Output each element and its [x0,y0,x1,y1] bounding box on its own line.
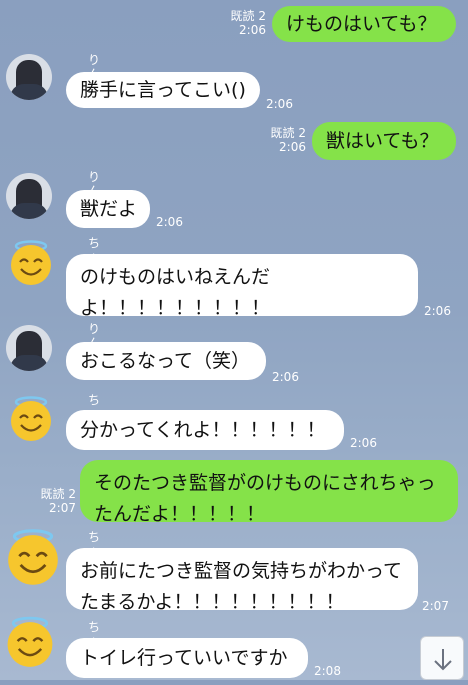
avatar[interactable] [6,54,52,100]
message-bubble[interactable]: 分かってくれよ！！！！！！ [66,410,344,450]
timestamp: 2:06 [266,97,293,111]
timestamp: 2:08 [314,664,341,678]
message-bubble[interactable]: 勝手に言ってこい() [66,72,260,108]
message-bubble[interactable]: けものはいても？ [272,6,456,42]
smile-avatar-icon[interactable] [2,612,58,668]
avatar[interactable] [6,325,52,371]
timestamp: 2:06 [350,436,377,450]
read-receipt: 既読 2 [230,9,266,23]
message-bubble[interactable]: おこるなって（笑） [66,342,266,380]
message-bubble[interactable]: のけものはいねえんだよ！！！！！！！！！ [66,254,418,319]
read-receipt: 既読 2 [270,126,306,140]
timestamp: 2:06 [279,140,306,154]
timestamp: 2:06 [424,304,451,318]
smile-avatar-icon[interactable] [6,236,56,286]
message-bubble[interactable]: そのたつき監督がのけものにされちゃったんだよ！！！！！ [80,460,458,525]
timestamp: 2:07 [49,501,76,515]
timestamp: 2:07 [422,599,449,613]
message-bubble[interactable]: トイレ行っていいですか [66,638,308,678]
timestamp: 2:06 [272,370,299,384]
timestamp: 2:06 [239,23,266,37]
avatar[interactable] [6,173,52,219]
arrow-down-icon [434,649,452,671]
timestamp: 2:06 [156,215,183,229]
smile-avatar-icon[interactable] [6,392,56,442]
read-receipt: 既読 2 [40,487,76,501]
message-bubble[interactable]: 獣はいても？ [312,122,456,160]
message-bubble[interactable]: お前にたつき監督の気持ちがわかってたまるかよ！！！！！！！！！ [66,548,418,613]
smile-avatar-icon[interactable] [2,524,64,586]
scroll-to-bottom-button[interactable] [420,636,464,680]
message-bubble[interactable]: 獣だよ [66,190,150,228]
